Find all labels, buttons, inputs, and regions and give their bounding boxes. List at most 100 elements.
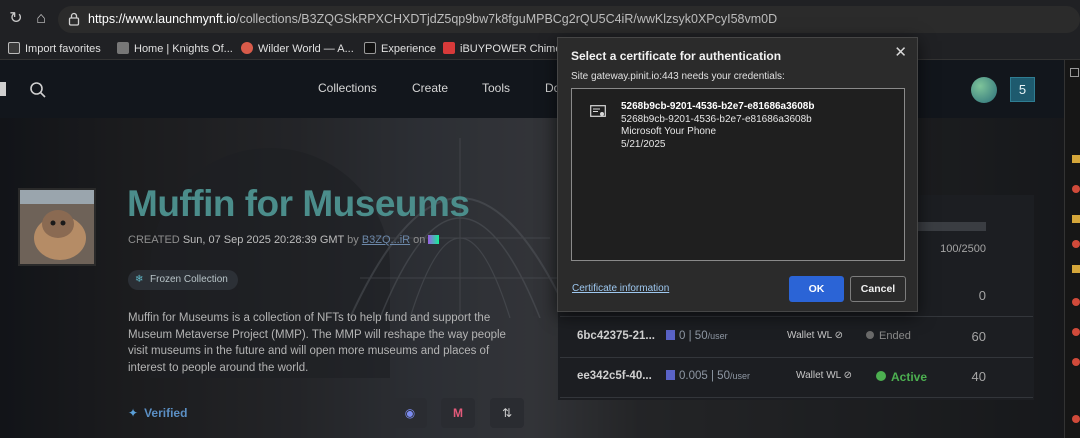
solana-icon <box>428 235 440 244</box>
limit-unit: /user <box>707 331 728 341</box>
bookmark-experience[interactable]: Experience <box>364 41 436 57</box>
tensor-icon[interactable]: ⇅ <box>490 398 524 428</box>
mint-progress-bar <box>918 222 986 231</box>
nav-tools[interactable]: Tools <box>482 81 510 95</box>
row-count: 40 <box>971 369 986 384</box>
collection-image <box>18 188 96 266</box>
limit-unit: /user <box>729 371 750 381</box>
certificate-information-link[interactable]: Certificate information <box>572 283 669 294</box>
minted-count: 100/2500 <box>940 243 986 255</box>
screen: ↻ ⌂ https://www.launchmynft.io/collectio… <box>0 0 1080 438</box>
table-row[interactable]: ee342c5f-40... 0.005 | 50/user Wallet WL… <box>560 358 1033 398</box>
error-icon <box>1072 298 1080 306</box>
snowflake-icon: ❄ <box>135 274 144 285</box>
certificate-dialog: Select a certificate for authentication … <box>557 37 918 312</box>
search-icon[interactable] <box>29 81 47 99</box>
created-line: CREATED Sun, 07 Sep 2025 20:28:39 GMT by… <box>128 234 440 246</box>
error-icon <box>1072 415 1080 423</box>
phase-id: ee342c5f-40... <box>577 370 652 382</box>
reload-icon[interactable]: ↻ <box>6 9 26 29</box>
certificate-list[interactable]: 5268b9cb-9201-4536-b2e7-e81686a3608b 526… <box>571 88 905 261</box>
twitter-icon: ✦ <box>128 406 139 420</box>
row-count: 60 <box>971 329 986 344</box>
wilder-icon <box>241 42 253 54</box>
muffin-cat-image <box>20 190 94 264</box>
bookmarks-bar: Import favorites Home | Knights Of... Wi… <box>0 38 1080 60</box>
dialog-subtitle: Site gateway.pinit.io:443 needs your cre… <box>571 71 785 82</box>
frozen-collection-badge: ❄ Frozen Collection <box>128 270 238 290</box>
logo-icon[interactable] <box>0 82 6 96</box>
verified-label: Verified <box>144 406 188 420</box>
warning-icon <box>1072 215 1080 223</box>
phase-price: 0 | 50/user <box>666 330 728 342</box>
creator-link[interactable]: B3ZQ...iR <box>362 234 410 246</box>
solana-icon <box>666 330 675 340</box>
wallet-wl: Wallet WL ⊘ <box>787 330 843 341</box>
cert-issued-to: 5268b9cb-9201-4536-b2e7-e81686a3608b <box>621 113 812 125</box>
error-icon <box>1072 240 1080 248</box>
certificate-icon <box>590 105 606 117</box>
experience-icon <box>364 42 376 54</box>
created-date: Sun, 07 Sep 2025 20:28:39 GMT <box>182 234 345 246</box>
bookmark-label: Experience <box>381 43 437 55</box>
panel-toggle-icon[interactable] <box>1070 68 1079 77</box>
collection-title: Muffin for Museums <box>127 183 470 224</box>
cert-name: 5268b9cb-9201-4536-b2e7-e81686a3608b <box>621 101 815 112</box>
limit-value: | 50 <box>688 330 708 342</box>
cert-issuer: Microsoft Your Phone <box>621 126 717 138</box>
blocked-icon: ⊘ <box>834 330 843 341</box>
price-value: 0.005 <box>679 370 708 382</box>
warning-icon <box>1072 155 1080 163</box>
blocked-icon: ⊘ <box>843 370 852 381</box>
bookmark-import-favorites[interactable]: Import favorites <box>8 41 101 57</box>
error-icon <box>1072 358 1080 366</box>
certificate-item[interactable]: 5268b9cb-9201-4536-b2e7-e81686a3608b 526… <box>621 101 814 152</box>
created-label: CREATED <box>128 234 180 246</box>
verified-link[interactable]: ✦ Verified <box>128 406 187 420</box>
cert-date: 5/21/2025 <box>621 139 666 151</box>
bookmark-ibuypower[interactable]: iBUYPOWER Chimer... <box>443 41 574 57</box>
error-icon <box>1072 185 1080 193</box>
nav-collections[interactable]: Collections <box>318 81 377 95</box>
discord-icon[interactable]: ◉ <box>393 398 427 428</box>
dialog-title: Select a certificate for authentication <box>571 49 782 63</box>
user-avatar[interactable] <box>971 77 997 103</box>
knight-icon <box>117 42 129 54</box>
status-dot <box>876 371 886 381</box>
lock-icon[interactable] <box>66 11 82 27</box>
status-dot <box>866 331 874 339</box>
solana-icon <box>666 370 675 380</box>
folder-icon <box>8 42 20 54</box>
wl-label: Wallet WL <box>796 370 841 381</box>
row-count: 0 <box>978 288 986 303</box>
close-icon[interactable]: ✕ <box>894 43 907 61</box>
cancel-button[interactable]: Cancel <box>850 276 906 302</box>
magic-eden-icon[interactable]: M <box>441 398 475 428</box>
table-row[interactable]: 6bc42375-21... 0 | 50/user Wallet WL ⊘ E… <box>560 318 1033 358</box>
phase-id: 6bc42375-21... <box>577 330 656 342</box>
status-label: Ended <box>879 330 911 342</box>
address-bar[interactable]: https://www.launchmynft.io/collections/B… <box>58 6 1080 33</box>
bookmark-knights[interactable]: Home | Knights Of... <box>117 41 233 57</box>
limit-value: | 50 <box>710 370 730 382</box>
bookmark-wilder-world[interactable]: Wilder World — A... <box>241 41 354 57</box>
home-icon[interactable]: ⌂ <box>31 9 51 29</box>
status-label: Active <box>891 370 928 384</box>
url-text: https://www.launchmynft.io/collections/B… <box>88 12 777 26</box>
error-icon <box>1072 328 1080 336</box>
on-label: on <box>413 234 426 246</box>
status-active: Active <box>876 370 927 384</box>
bookmark-label: Import favorites <box>25 43 101 55</box>
ok-button[interactable]: OK <box>789 276 844 302</box>
frozen-label: Frozen Collection <box>150 274 228 285</box>
collection-description: Muffin for Museums is a collection of NF… <box>128 312 506 374</box>
badge-count[interactable]: 5 <box>1010 77 1035 102</box>
phase-price: 0.005 | 50/user <box>666 370 750 382</box>
price-value: 0 <box>679 330 686 342</box>
warning-icon <box>1072 265 1080 273</box>
sidebar-panel-edge <box>1064 60 1080 438</box>
browser-toolbar: ↻ ⌂ https://www.launchmynft.io/collectio… <box>0 0 1080 38</box>
ibuypower-icon <box>443 42 455 54</box>
nav-create[interactable]: Create <box>412 81 448 95</box>
url-path: /collections/B3ZQGSkRPXCHXDTjdZ5qp9bw7k8… <box>235 12 778 26</box>
